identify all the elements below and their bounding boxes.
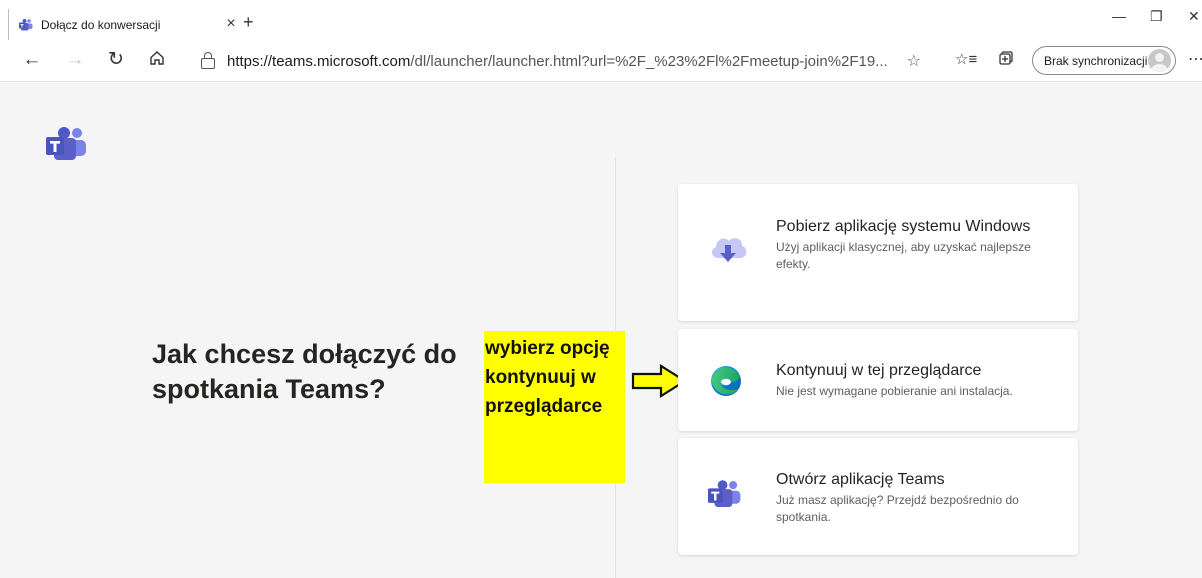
- minimize-icon[interactable]: —: [1112, 8, 1126, 24]
- card-title: Pobierz aplikację systemu Windows: [776, 218, 1031, 235]
- close-window-icon[interactable]: ✕: [1188, 8, 1200, 25]
- new-tab-icon[interactable]: +: [243, 13, 254, 31]
- card-title: Kontynuuj w tej przeglądarce: [776, 362, 982, 379]
- card-description: Już masz aplikację? Przejdź bezpośrednio…: [776, 493, 1019, 524]
- edge-icon: [708, 363, 744, 404]
- teams-icon: [708, 480, 742, 513]
- browser-tab[interactable]: Dołącz do konwersacji ×: [8, 9, 240, 40]
- cloud-download-icon: [708, 232, 748, 271]
- download-app-card[interactable]: Pobierz aplikację systemu Windows Użyj a…: [678, 184, 1078, 321]
- page-title: Jak chcesz dołączyć do spotkania Teams?: [152, 339, 457, 404]
- teams-logo-icon: [46, 127, 88, 166]
- address-bar[interactable]: https://teams.microsoft.com/dl/launcher/…: [183, 47, 935, 76]
- open-teams-app-card[interactable]: Otwórz aplikację Teams Już masz aplikacj…: [678, 438, 1078, 555]
- teams-launcher-page: Jak chcesz dołączyć do spotkania Teams? …: [0, 83, 1202, 578]
- avatar: [1148, 49, 1171, 72]
- sync-button[interactable]: Brak synchronizacji: [1032, 46, 1176, 75]
- tab-title: Dołącz do konwersacji: [41, 17, 161, 32]
- card-description: Użyj aplikacji klasycznej, aby uzyskać n…: [776, 240, 1031, 271]
- favorite-star-icon[interactable]: ☆: [907, 51, 921, 71]
- refresh-icon[interactable]: ↻: [106, 50, 126, 70]
- teams-favicon-icon: [19, 18, 33, 30]
- favorites-icon[interactable]: ☆≡: [955, 50, 977, 70]
- url-text: https://teams.microsoft.com/dl/launcher/…: [227, 53, 887, 70]
- more-options-icon[interactable]: ⋯: [1186, 50, 1202, 70]
- continue-in-browser-card[interactable]: Kontynuuj w tej przeglądarce Nie jest wy…: [678, 329, 1078, 431]
- restore-icon[interactable]: ❐: [1150, 8, 1163, 25]
- tab-bar: Dołącz do konwersacji × + — ❐ ✕: [0, 0, 1202, 40]
- collections-icon[interactable]: [996, 50, 1016, 71]
- card-description: Nie jest wymagane pobieranie ani instala…: [776, 384, 1013, 398]
- lock-icon[interactable]: [201, 52, 215, 69]
- home-icon[interactable]: [147, 50, 167, 71]
- sync-label: Brak synchronizacji: [1044, 53, 1148, 68]
- forward-icon[interactable]: →: [65, 50, 85, 70]
- back-icon[interactable]: ←: [22, 50, 42, 70]
- instruction-callout: wybierz opcję kontynuuj w przeglądarce: [484, 331, 625, 483]
- navigation-bar: ← → ↻ https://teams.microsoft.com/dl/lau…: [0, 40, 1202, 82]
- card-title: Otwórz aplikację Teams: [776, 471, 945, 488]
- tab-close-icon[interactable]: ×: [222, 15, 240, 33]
